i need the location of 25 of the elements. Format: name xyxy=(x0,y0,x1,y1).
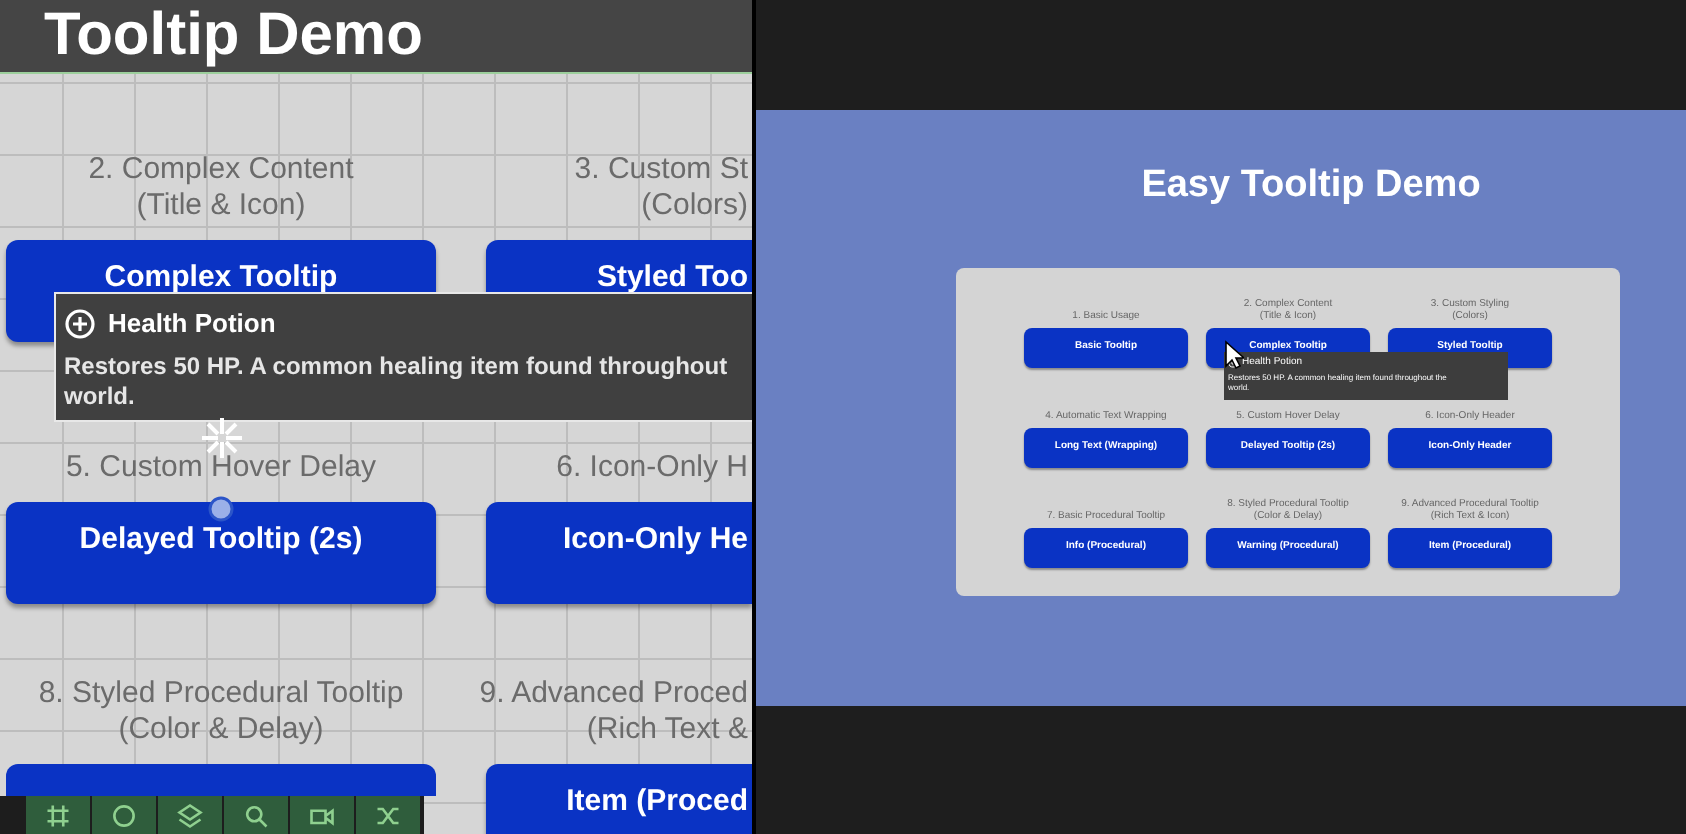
tooltip-text: world. xyxy=(64,381,137,411)
tooltip-text: Restores 50 HP. A common healing item found throughout xyxy=(64,351,730,381)
label-text: 3. Custom St xyxy=(574,152,748,188)
title-text: Tooltip Demo xyxy=(44,6,423,66)
label-text: 9. Advanced Proced xyxy=(479,676,748,712)
label-text: (Color & Delay) xyxy=(118,712,324,748)
tooltip-button[interactable]: Delayed Tooltip (2s) xyxy=(6,502,436,604)
tooltip-title: Health Potion xyxy=(108,306,276,342)
label-text: (Colors) xyxy=(641,188,748,224)
label-text: 2. Complex Content xyxy=(88,152,354,188)
cursor-icon xyxy=(1224,340,1244,370)
tooltip-button[interactable]: Item (Proced xyxy=(486,764,752,834)
label-text: (Title & Icon) xyxy=(136,188,306,224)
camera-icon[interactable] xyxy=(290,796,354,834)
label-text: 5. Custom Hover Delay xyxy=(65,450,377,486)
pivot-handle-icon xyxy=(208,496,234,522)
title-text: Easy Tooltip Demo xyxy=(1141,166,1481,204)
hash-icon[interactable] xyxy=(26,796,90,834)
search-icon[interactable] xyxy=(224,796,288,834)
tooltip-button[interactable]: Icon-Only He xyxy=(486,502,752,604)
label-text: 6. Icon-Only H xyxy=(556,450,748,486)
shuffle-icon[interactable] xyxy=(356,796,420,834)
label-text: (Rich Text & xyxy=(586,712,748,748)
label-text: 8. Styled Procedural Tooltip xyxy=(38,676,404,712)
layers-icon[interactable] xyxy=(158,796,222,834)
